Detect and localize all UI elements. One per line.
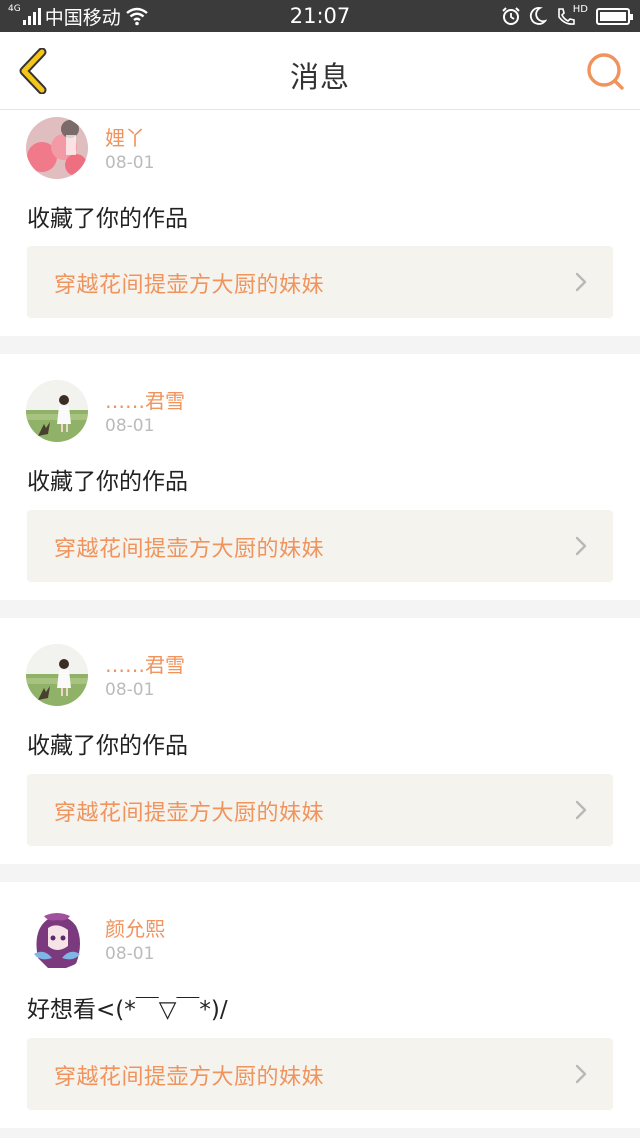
page-title: 消息	[289, 60, 350, 94]
hd-label: HD	[572, 3, 588, 15]
girl-field-avatar	[26, 644, 88, 706]
message-text: 好想看<(*￣▽￣*)/	[27, 997, 228, 1023]
message-card: 娌丫 08-01 收藏了你的作品 穿越花间提壶方大厨的妹妹	[0, 110, 640, 336]
user-name[interactable]: ……君雪	[105, 649, 185, 678]
status-right: HD	[501, 3, 633, 27]
message-date: 08-01	[105, 944, 155, 964]
alarm-icon	[502, 7, 520, 25]
message-date: 08-01	[105, 680, 155, 700]
anime-girl-avatar	[26, 908, 88, 970]
status-bar: 4G 中国移动 21:07 HD	[0, 0, 640, 32]
message-date: 08-01	[105, 416, 155, 436]
work-title: 穿越花间提壶方大厨的妹妹	[54, 537, 325, 562]
battery-level	[600, 11, 626, 21]
work-link[interactable]: 穿越花间提壶方大厨的妹妹	[27, 1038, 613, 1110]
work-title: 穿越花间提壶方大厨的妹妹	[54, 273, 325, 298]
user-name[interactable]: 颜允熙	[105, 913, 165, 942]
message-card: 颜允熙 08-01 好想看<(*￣▽￣*)/ 穿越花间提壶方大厨的妹妹	[0, 882, 640, 1128]
work-link[interactable]: 穿越花间提壶方大厨的妹妹	[27, 246, 613, 318]
work-title: 穿越花间提壶方大厨的妹妹	[54, 1065, 325, 1090]
user-name[interactable]: ……君雪	[105, 385, 185, 414]
call-hd-indicator: HD	[555, 3, 588, 26]
work-title: 穿越花间提壶方大厨的妹妹	[54, 801, 325, 826]
avatar[interactable]	[26, 380, 88, 442]
pink-balloon-avatar	[26, 117, 88, 179]
search-icon[interactable]	[584, 50, 626, 92]
avatar[interactable]	[26, 117, 88, 179]
message-card: ……君雪 08-01 收藏了你的作品 穿越花间提壶方大厨的妹妹	[0, 618, 640, 864]
chevron-right-icon	[575, 1064, 587, 1084]
user-name[interactable]: 娌丫	[105, 122, 145, 151]
chevron-right-icon	[575, 272, 587, 292]
message-text: 收藏了你的作品	[27, 469, 188, 495]
girl-field-avatar	[26, 380, 88, 442]
message-card: ……君雪 08-01 收藏了你的作品 穿越花间提壶方大厨的妹妹	[0, 354, 640, 600]
work-link[interactable]: 穿越花间提壶方大厨的妹妹	[27, 774, 613, 846]
chevron-right-icon	[575, 536, 587, 556]
work-link[interactable]: 穿越花间提壶方大厨的妹妹	[27, 510, 613, 582]
chevron-right-icon	[575, 800, 587, 820]
avatar[interactable]	[26, 644, 88, 706]
battery-icon	[596, 7, 633, 25]
message-text: 收藏了你的作品	[27, 206, 188, 232]
message-text: 收藏了你的作品	[27, 733, 188, 759]
message-date: 08-01	[105, 153, 155, 173]
moon-icon	[529, 7, 547, 25]
avatar[interactable]	[26, 908, 88, 970]
nav-bar: 消息	[0, 32, 640, 110]
